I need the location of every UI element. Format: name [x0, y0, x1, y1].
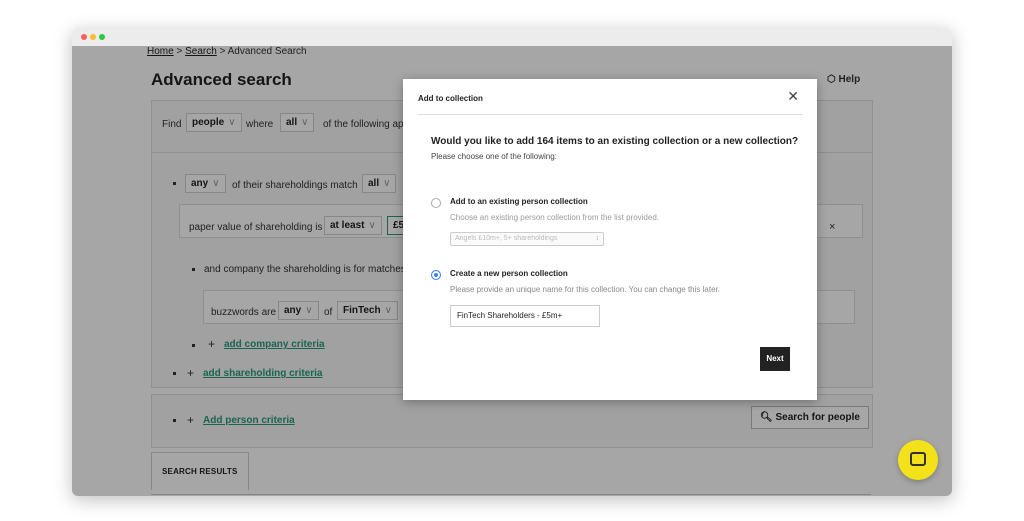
existing-collection-description: Choose an existing person collection fro…	[450, 213, 659, 222]
new-collection-description: Please provide an unique name for this c…	[450, 285, 720, 294]
title-bar	[72, 28, 952, 46]
existing-collection-select-value: Angels £10m+, 5+ shareholdings	[455, 235, 558, 242]
existing-collection-radio[interactable]	[431, 198, 441, 208]
new-collection-radio[interactable]	[431, 270, 441, 280]
chat-icon	[910, 452, 926, 466]
existing-collection-select[interactable]: Angels £10m+, 5+ shareholdings ↕	[450, 232, 604, 246]
new-collection-label[interactable]: Create a new person collection	[450, 269, 568, 278]
browser-window: Home > Search > Advanced Search Advanced…	[72, 28, 952, 496]
chat-launcher-button[interactable]	[898, 440, 938, 480]
page-content: Home > Search > Advanced Search Advanced…	[72, 46, 952, 496]
dialog-question: Would you like to add 164 items to an ex…	[431, 136, 799, 147]
add-to-collection-dialog: Add to collection ✕ Would you like to ad…	[403, 79, 817, 400]
dialog-subtitle: Please choose one of the following:	[431, 152, 557, 161]
maximize-window-icon[interactable]	[99, 34, 105, 40]
select-arrows-icon: ↕	[595, 235, 600, 242]
existing-collection-label[interactable]: Add to an existing person collection	[450, 197, 588, 206]
dialog-divider	[418, 114, 803, 115]
close-window-icon[interactable]	[81, 34, 87, 40]
minimize-window-icon[interactable]	[90, 34, 96, 40]
close-icon[interactable]: ✕	[787, 88, 799, 105]
next-button[interactable]: Next	[760, 347, 790, 371]
dialog-title: Add to collection	[418, 94, 483, 103]
collection-name-input[interactable]: FinTech Shareholders - £5m+	[450, 305, 600, 327]
